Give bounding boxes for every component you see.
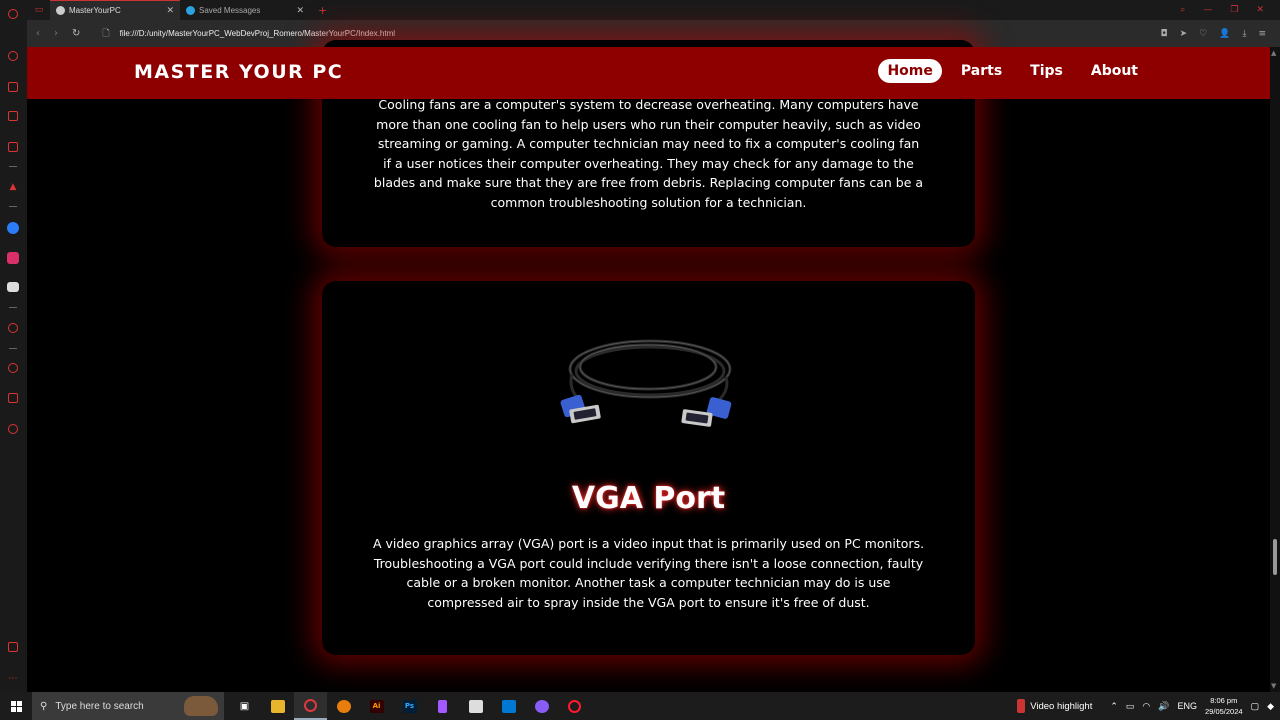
player-icon[interactable]: [8, 323, 18, 333]
sidebar-divider: [9, 307, 17, 308]
sidebar-divider: [9, 166, 17, 167]
windows-logo-icon: [10, 700, 22, 712]
tab-masteryourpc[interactable]: MasterYourPC ✕: [50, 0, 180, 20]
opera-menu-icon[interactable]: [8, 9, 18, 19]
browser-tab-bar: ▭ MasterYourPC ✕ Saved Messages ✕ + ⌕ — …: [0, 0, 1280, 20]
notifications-icon[interactable]: ▢: [1251, 701, 1260, 712]
illustrator-icon[interactable]: Ai: [360, 692, 393, 720]
vga-port-card: VGA Port A video graphics array (VGA) po…: [322, 281, 975, 655]
back-icon[interactable]: ‹: [36, 28, 40, 39]
download-icon[interactable]: ⤓: [1242, 29, 1246, 39]
menu-icon[interactable]: ≡: [1258, 29, 1266, 39]
telegram-favicon-icon: [186, 5, 195, 15]
nav-home[interactable]: Home: [878, 59, 942, 83]
taskbar-search-placeholder: Type here to search: [55, 700, 144, 712]
scroll-thumb[interactable]: [1273, 539, 1277, 575]
tab-title: Saved Messages: [199, 5, 261, 15]
gx-corner-icon[interactable]: ▲: [7, 181, 19, 193]
window-controls: ⌕ — ❐ ✕: [1180, 5, 1280, 15]
page-favicon-icon: [56, 6, 65, 15]
address-bar-actions: ◘ ➤ ♡ 👤 ⤓ ≡: [1161, 29, 1280, 39]
scroll-up-icon[interactable]: ▲: [1271, 49, 1276, 57]
search-highlight-image: [184, 696, 218, 716]
instagram-icon[interactable]: [7, 252, 19, 264]
clock[interactable]: 8:06 pm 29/05/2024: [1205, 695, 1243, 717]
scroll-down-icon[interactable]: ▼: [1271, 682, 1276, 690]
account-icon[interactable]: 👤: [1219, 29, 1230, 39]
extensions-icon[interactable]: [8, 82, 18, 92]
cube-icon[interactable]: [8, 393, 18, 403]
unity-hub-icon[interactable]: [459, 692, 492, 720]
vga-cable-image: [560, 339, 732, 427]
photoshop-icon[interactable]: Ps: [393, 692, 426, 720]
blender-icon[interactable]: [327, 692, 360, 720]
vscode-icon[interactable]: [492, 692, 525, 720]
history-icon[interactable]: [8, 363, 18, 373]
news-widget[interactable]: Video highlight: [1017, 699, 1092, 713]
page-info-icon[interactable]: 🗋: [102, 26, 109, 42]
page-scrollbar[interactable]: ▲ ▼: [1270, 47, 1280, 692]
nav-parts[interactable]: Parts: [952, 59, 1011, 83]
github-desktop-icon[interactable]: [525, 692, 558, 720]
nav-about[interactable]: About: [1082, 59, 1147, 83]
clock-date: 29/05/2024: [1205, 707, 1243, 716]
reload-icon[interactable]: ↻: [72, 28, 80, 39]
minimize-icon[interactable]: —: [1203, 5, 1212, 15]
taskbar-apps: ▣ Ai Ps: [228, 692, 591, 720]
task-view-icon[interactable]: ▣: [228, 692, 261, 720]
site-brand[interactable]: MASTER YOUR PC: [134, 61, 343, 83]
widgets-icon[interactable]: ◆: [1267, 701, 1274, 712]
site-header: MASTER YOUR PC Home Parts Tips About: [27, 47, 1270, 99]
url-field[interactable]: file:///D:/unity/MasterYourPC_WebDevProj…: [120, 29, 395, 38]
windows-taskbar: ⚲ Type here to search ▣ Ai Ps Video high…: [0, 692, 1280, 720]
heart-icon[interactable]: ♡: [1199, 29, 1207, 39]
discord-icon[interactable]: [7, 282, 19, 292]
close-tab-icon[interactable]: ✕: [296, 5, 304, 16]
start-button[interactable]: [0, 700, 32, 712]
search-icon: ⚲: [40, 700, 48, 712]
send-icon[interactable]: ➤: [1180, 29, 1188, 39]
file-explorer-icon[interactable]: [261, 692, 294, 720]
gx-icon[interactable]: ▭: [28, 0, 50, 20]
show-hidden-icons-icon[interactable]: ⌃: [1110, 701, 1118, 712]
speed-dial-icon[interactable]: [8, 51, 18, 61]
cooling-fan-description: Cooling fans are a computer's system to …: [373, 97, 924, 210]
more-icon[interactable]: ⋯: [7, 673, 19, 685]
tab-saved-messages[interactable]: Saved Messages ✕: [180, 0, 310, 20]
tab-title: MasterYourPC: [69, 6, 121, 15]
figma-icon[interactable]: [426, 692, 459, 720]
site-nav: Home Parts Tips About: [878, 59, 1147, 83]
news-thumbnail-icon: [1017, 699, 1026, 713]
vga-port-description: A video graphics array (VGA) port is a v…: [372, 536, 925, 610]
battery-icon[interactable]: ▭: [1126, 701, 1135, 712]
opera-icon[interactable]: [558, 692, 591, 720]
twitch-icon[interactable]: [8, 111, 18, 121]
taskbar-search[interactable]: ⚲ Type here to search: [32, 692, 224, 720]
snapshot-icon[interactable]: ◘: [1161, 29, 1168, 39]
messenger-icon[interactable]: [7, 222, 19, 234]
volume-icon[interactable]: 🔊: [1158, 701, 1169, 712]
gx-control-icon[interactable]: [8, 142, 18, 152]
forward-icon[interactable]: ›: [54, 28, 58, 39]
close-tab-icon[interactable]: ✕: [166, 5, 174, 16]
language-indicator[interactable]: ENG: [1178, 701, 1198, 711]
wifi-icon[interactable]: ◠: [1142, 701, 1150, 712]
sidebar-divider: [9, 206, 17, 207]
search-tabs-icon[interactable]: ⌕: [1180, 5, 1185, 15]
system-tray: Video highlight ⌃ ▭ ◠ 🔊 ENG 8:06 pm 29/0…: [1017, 695, 1280, 717]
new-tab-button[interactable]: +: [310, 4, 335, 17]
close-window-icon[interactable]: ✕: [1256, 5, 1264, 15]
nav-tips[interactable]: Tips: [1021, 59, 1072, 83]
news-label: Video highlight: [1030, 700, 1093, 712]
opera-gx-taskbar-icon[interactable]: [294, 692, 327, 720]
vga-port-title: VGA Port: [571, 481, 726, 516]
browser-sidebar: ▲ ⋯: [0, 0, 27, 692]
clock-time: 8:06 pm: [1210, 696, 1238, 705]
settings-gear-icon[interactable]: [8, 424, 18, 434]
restore-icon[interactable]: ❐: [1230, 5, 1238, 15]
sidebar-divider: [9, 348, 17, 349]
wallet-icon[interactable]: [8, 642, 18, 652]
